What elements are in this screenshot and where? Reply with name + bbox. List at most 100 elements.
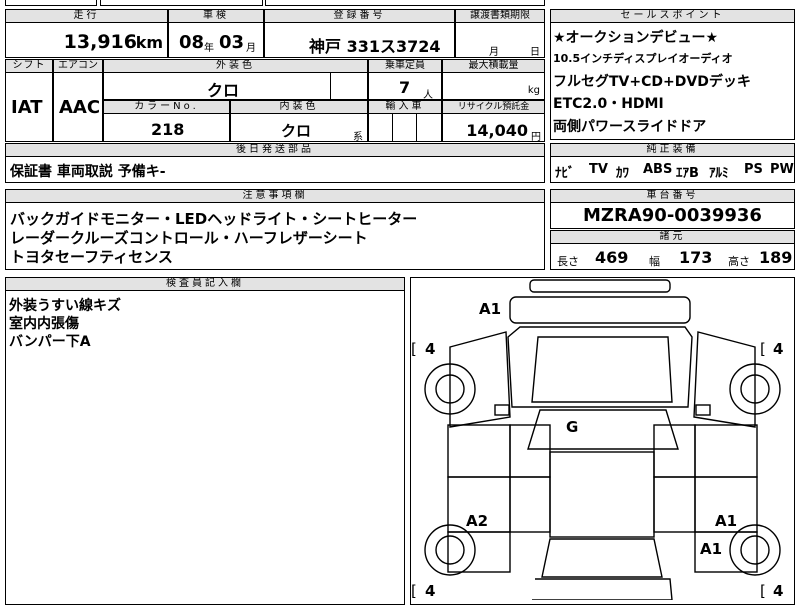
recycle-value: 14,040 [466, 121, 528, 140]
height-label: 高さ [728, 255, 750, 268]
rear-hatch [532, 578, 673, 600]
shift-value: IAT [11, 97, 43, 118]
notes-header: 注意事項欄 [5, 189, 545, 203]
tire-front-left-bracket: [ [411, 340, 417, 358]
load-unit: kg [527, 85, 540, 96]
tire-front-right-bracket: [ [760, 340, 766, 358]
genuine-item-navi: ﾅﾋﾞ [555, 166, 575, 181]
interior-suffix: 系 [353, 132, 363, 143]
hood-inner [531, 336, 673, 403]
top-stub-right [265, 0, 545, 6]
recycle-cell: 14,040 円 [442, 113, 545, 143]
transfer-cell: 月 日 [455, 22, 545, 58]
mileage-unit: km [135, 33, 163, 52]
aircon-value: AAC [59, 97, 101, 118]
damage-mark-right-side: A1 [715, 512, 738, 530]
specs-header: 諸元 [550, 230, 795, 244]
capacity-unit: 人 [423, 90, 433, 101]
rear-glass [541, 538, 663, 578]
top-stub-mid [100, 0, 263, 6]
left-door-mid [509, 424, 551, 478]
transfer-header: 譲渡書類期限 [455, 9, 545, 23]
genuine-item-airbag: ｴｱB [676, 166, 699, 181]
import-sub-cell-2 [392, 113, 417, 142]
genuine-header: 純正装備 [550, 143, 795, 157]
exterior-cell: クロ [103, 72, 368, 100]
tire-front-left-tread: 4 [425, 340, 436, 358]
interior-header: 内装色 [230, 100, 368, 114]
chassis-cell: MZRA90-0039936 [550, 202, 795, 229]
load-cell: kg [442, 72, 545, 100]
chassis-value: MZRA90-0039936 [583, 205, 762, 226]
inspector-line-1: 外装うすい線キズ [9, 298, 121, 314]
right-mirror [695, 404, 711, 416]
capacity-header: 乗車定員 [368, 59, 442, 73]
inspector-header: 検査員記入欄 [5, 277, 405, 291]
registration-header: 登録番号 [264, 9, 455, 23]
length-value: 469 [595, 248, 629, 267]
shift-cell: IAT [5, 72, 53, 142]
genuine-item-abs: ABS [643, 162, 673, 177]
tire-rear-left-inner [435, 535, 465, 565]
year-unit: 年 [204, 43, 214, 54]
recycle-header: リサイクル預託金 [442, 100, 545, 114]
inspection-year: 08 [179, 32, 205, 53]
tire-rear-right-bracket: [ [760, 582, 766, 600]
capacity-value: 7 [399, 78, 411, 97]
car-diagram-icon [424, 279, 781, 600]
front-bumper [509, 296, 691, 324]
damage-mark-windshield: G [566, 418, 579, 436]
genuine-item-pw: PW [770, 162, 794, 177]
sales-header: セールスポイント [550, 9, 795, 23]
inspector-line-3: バンパー下A [9, 334, 91, 350]
color-no-cell: 218 [103, 113, 230, 142]
tire-rear-left-bracket: [ [411, 582, 417, 600]
import-header: 輸入車 [368, 100, 442, 114]
mileage-header: 走行 [5, 9, 168, 23]
inspection-month: 03 [219, 32, 245, 53]
later-parts-header: 後日発送部品 [5, 143, 545, 157]
month-unit: 月 [246, 43, 256, 54]
color-no-value: 218 [151, 120, 185, 139]
height-value: 189 [759, 248, 793, 267]
sales-line-2: 10.5インチディスプレイオーディオ [553, 52, 733, 65]
interior-value: クロ [281, 122, 312, 140]
inspector-cell: 外装うすい線キズ 室内内張傷 バンパー下A [5, 290, 405, 605]
sales-cell: ★オークションデビュー★ 10.5インチディスプレイオーディオ フルセグTV+C… [550, 22, 795, 140]
inspection-header: 車検 [168, 9, 264, 23]
genuine-item-alloy: ｱﾙﾐ [709, 166, 729, 181]
right-slide-door [653, 476, 696, 533]
genuine-cell: ﾅﾋﾞ TV ｶﾜ ABS ｴｱB ｱﾙﾐ PS PW [550, 156, 795, 183]
registration-cell: 神戸 331ス3724 [264, 22, 455, 58]
notes-line-3: トヨタセーフティセンス [10, 248, 173, 266]
exterior-header: 外装色 [103, 59, 368, 73]
inspector-line-2: 室内内張傷 [9, 316, 79, 332]
width-label: 幅 [649, 255, 660, 268]
damage-mark-front-bumper: A1 [479, 300, 502, 318]
roof [549, 451, 655, 538]
sales-line-4: ETC2.0・HDMI [553, 96, 664, 112]
left-slide-door [509, 476, 551, 533]
specs-cell: 長さ 469 幅 173 高さ 189 [550, 243, 795, 270]
mileage-value: 13,916 [63, 31, 137, 53]
width-value: 173 [679, 248, 713, 267]
notes-line-1: バックガイドモニター・LEDヘッドライト・シートヒーター [10, 210, 418, 228]
recycle-unit: 円 [531, 132, 541, 143]
genuine-item-leather: ｶﾜ [616, 166, 629, 181]
damage-mark-left-side: A2 [466, 512, 489, 530]
exterior-sub-cell [330, 72, 368, 100]
notes-cell: バックガイドモニター・LEDヘッドライト・シートヒーター レーダークルーズコント… [5, 202, 545, 270]
sales-line-3: フルセグTV+CD+DVDデッキ [553, 74, 751, 90]
length-label: 長さ [557, 255, 579, 268]
capacity-cell: 7 人 [368, 72, 442, 101]
genuine-item-tv: TV [589, 162, 608, 177]
genuine-item-ps: PS [744, 162, 763, 177]
top-stub-left [5, 0, 97, 6]
sales-line-5: 両側パワースライドドア [553, 119, 707, 135]
transfer-month-unit: 月 [489, 47, 499, 58]
registration-value: 神戸 331ス3724 [309, 37, 441, 56]
later-parts-value: 保証書 車両取説 予備キ- [10, 164, 166, 180]
later-parts-cell: 保証書 車両取説 予備キ- [5, 156, 545, 183]
tire-rear-left-tread: 4 [425, 582, 436, 600]
interior-cell: クロ 系 [230, 113, 368, 143]
